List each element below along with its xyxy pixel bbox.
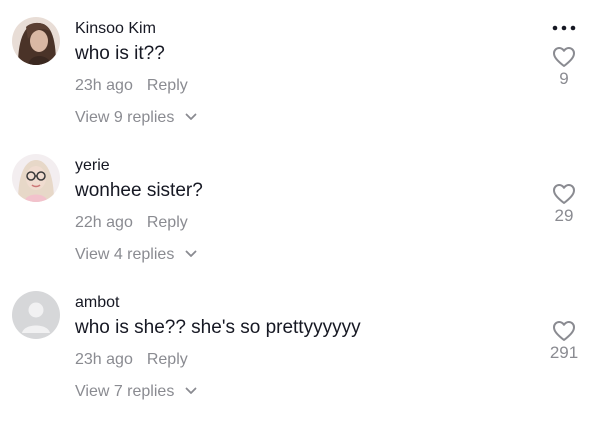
avatar[interactable]: [12, 291, 60, 339]
avatar[interactable]: [12, 154, 60, 202]
like-count: 291: [549, 343, 579, 362]
comment-text: wonhee sister?: [75, 180, 203, 201]
like-count: 9: [559, 69, 569, 88]
chevron-down-icon: [185, 387, 197, 394]
comment-item: Kinsoo Kim who is it?? 23h ago Reply View…: [0, 0, 606, 136]
reply-button[interactable]: Reply: [147, 351, 188, 368]
like-group: 291: [544, 320, 584, 363]
heart-outline-icon[interactable]: [552, 46, 576, 68]
comment-text: who is she?? she's so prettyyyyyy: [75, 317, 361, 338]
view-replies-button[interactable]: View 4 replies: [75, 246, 197, 264]
heart-outline-icon[interactable]: [552, 320, 576, 342]
reply-button[interactable]: Reply: [147, 214, 188, 231]
comment-item: yerie wonhee sister? 22h ago Reply View 4…: [0, 137, 606, 273]
comment-time: 22h ago: [75, 214, 133, 231]
reply-button[interactable]: Reply: [147, 77, 188, 94]
comment-text: who is it??: [75, 43, 165, 64]
like-group: 9: [544, 46, 584, 89]
comment-item: ambot who is she?? she's so prettyyyyyy …: [0, 274, 606, 410]
view-replies-label: View 7 replies: [75, 383, 175, 400]
comment-time: 23h ago: [75, 351, 133, 368]
like-count: 29: [554, 206, 574, 225]
comment-meta: 23h ago Reply: [75, 351, 188, 369]
view-replies-label: View 9 replies: [75, 109, 175, 126]
comment-meta: 23h ago Reply: [75, 77, 188, 95]
default-avatar-icon: [12, 291, 60, 339]
view-replies-button[interactable]: View 9 replies: [75, 109, 197, 127]
like-group: 29: [544, 183, 584, 226]
comment-meta: 22h ago Reply: [75, 214, 188, 232]
heart-outline-icon[interactable]: [552, 183, 576, 205]
view-replies-button[interactable]: View 7 replies: [75, 383, 197, 401]
chevron-down-icon: [185, 250, 197, 257]
comment-username[interactable]: Kinsoo Kim: [75, 20, 156, 38]
comment-time: 23h ago: [75, 77, 133, 94]
avatar[interactable]: [12, 17, 60, 65]
comment-username[interactable]: ambot: [75, 294, 119, 312]
view-replies-label: View 4 replies: [75, 246, 175, 263]
comment-username[interactable]: yerie: [75, 157, 110, 175]
chevron-down-icon: [185, 113, 197, 120]
